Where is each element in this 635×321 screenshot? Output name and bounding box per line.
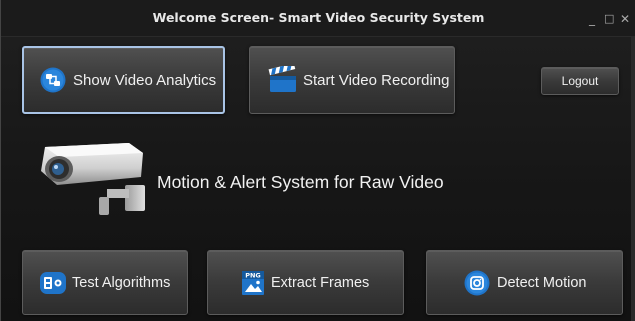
show-video-analytics-button[interactable]: Show Video Analytics	[22, 46, 225, 114]
motion-sensor-icon	[464, 270, 490, 296]
video-clapper-icon	[268, 66, 298, 94]
security-camera-icon	[39, 141, 151, 229]
logout-button[interactable]: Logout	[541, 67, 619, 95]
show-video-analytics-label: Show Video Analytics	[73, 71, 217, 89]
minimize-icon[interactable]: _	[589, 13, 595, 25]
scrollbar[interactable]	[631, 36, 635, 321]
start-video-recording-button[interactable]: Start Video Recording	[249, 46, 455, 114]
test-algorithms-label: Test Algorithms	[72, 274, 171, 291]
maximize-icon[interactable]: □	[604, 13, 614, 25]
extract-frames-label: Extract Frames	[271, 274, 370, 291]
window-title: Welcome Screen- Smart Video Security Sys…	[152, 10, 485, 25]
system-headline: Motion & Alert System for Raw Video	[157, 172, 444, 192]
detect-motion-button[interactable]: Detect Motion	[426, 250, 623, 315]
close-icon[interactable]: ✕	[620, 13, 630, 25]
extract-frames-button[interactable]: PNG Extract Frames	[207, 250, 404, 315]
title-bar[interactable]: Welcome Screen- Smart Video Security Sys…	[1, 0, 635, 37]
logout-label: Logout	[561, 74, 599, 88]
algorithms-icon	[39, 271, 67, 295]
png-image-icon: PNG	[240, 269, 266, 297]
detect-motion-label: Detect Motion	[497, 274, 587, 291]
main-window: Welcome Screen- Smart Video Security Sys…	[0, 0, 635, 321]
png-icon-text: PNG	[245, 271, 261, 279]
test-algorithms-button[interactable]: Test Algorithms	[22, 250, 188, 315]
start-video-recording-label: Start Video Recording	[303, 71, 450, 89]
analytics-icon	[40, 67, 66, 93]
